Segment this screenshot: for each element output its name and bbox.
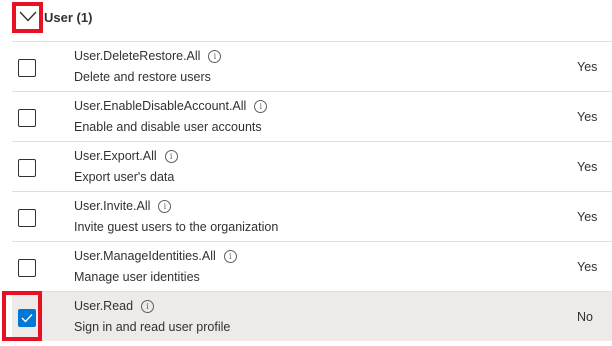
permission-name: User.Read	[74, 299, 134, 313]
permission-row-selected[interactable]: User.Read i Sign in and read user profile…	[2, 291, 612, 341]
permission-row[interactable]: User.Invite.All i Invite guest users to t…	[12, 191, 612, 241]
group-header-user[interactable]: User (1)	[0, 0, 612, 40]
group-title: User (1)	[44, 10, 93, 25]
info-icon[interactable]: i	[223, 250, 237, 263]
permission-row[interactable]: User.EnableDisableAccount.All i Enable an…	[12, 91, 612, 141]
permission-checkbox-checked[interactable]	[18, 309, 36, 327]
admin-consent-value: Yes	[577, 110, 598, 124]
permission-checkbox[interactable]	[18, 109, 36, 127]
permission-name-line: User.ManageIdentities.All i	[74, 249, 237, 263]
admin-consent-value: Yes	[577, 260, 598, 274]
permission-description: Sign in and read user profile	[74, 320, 231, 334]
permission-checkbox[interactable]	[18, 159, 36, 177]
permission-name-line: User.DeleteRestore.All i	[74, 49, 222, 63]
permission-name: User.Invite.All	[74, 199, 151, 213]
info-icon[interactable]: i	[141, 300, 155, 313]
permission-checkbox[interactable]	[18, 259, 36, 277]
permission-description: Enable and disable user accounts	[74, 120, 262, 134]
permission-checkbox[interactable]	[18, 59, 36, 77]
permission-name: User.DeleteRestore.All	[74, 49, 201, 63]
permission-row[interactable]: User.ManageIdentities.All i Manage user i…	[12, 241, 612, 291]
permission-row[interactable]: User.DeleteRestore.All i Delete and resto…	[12, 41, 612, 91]
permission-description: Invite guest users to the organization	[74, 220, 279, 234]
permission-name-line: User.EnableDisableAccount.All i	[74, 99, 268, 113]
admin-consent-value: No	[577, 310, 593, 324]
info-icon[interactable]: i	[208, 50, 222, 63]
permission-name-line: User.Export.All i	[74, 149, 178, 163]
permission-description: Delete and restore users	[74, 70, 211, 84]
info-icon[interactable]: i	[254, 100, 268, 113]
admin-consent-value: Yes	[577, 60, 598, 74]
permission-name-line: User.Invite.All i	[74, 199, 172, 213]
admin-consent-value: Yes	[577, 210, 598, 224]
collapse-toggle-button[interactable]	[12, 2, 43, 33]
admin-consent-value: Yes	[577, 160, 598, 174]
permission-name-line: User.Read i	[74, 299, 155, 313]
info-icon[interactable]: i	[158, 200, 172, 213]
info-icon[interactable]: i	[164, 150, 178, 163]
permission-checkbox[interactable]	[18, 209, 36, 227]
permission-description: Manage user identities	[74, 270, 200, 284]
chevron-down-icon	[19, 11, 37, 22]
permission-description: Export user's data	[74, 170, 175, 184]
permission-name: User.ManageIdentities.All	[74, 249, 216, 263]
permission-name: User.Export.All	[74, 149, 157, 163]
permission-name: User.EnableDisableAccount.All	[74, 99, 247, 113]
checkmark-icon	[21, 314, 33, 323]
permission-row[interactable]: User.Export.All i Export user's data Yes	[12, 141, 612, 191]
